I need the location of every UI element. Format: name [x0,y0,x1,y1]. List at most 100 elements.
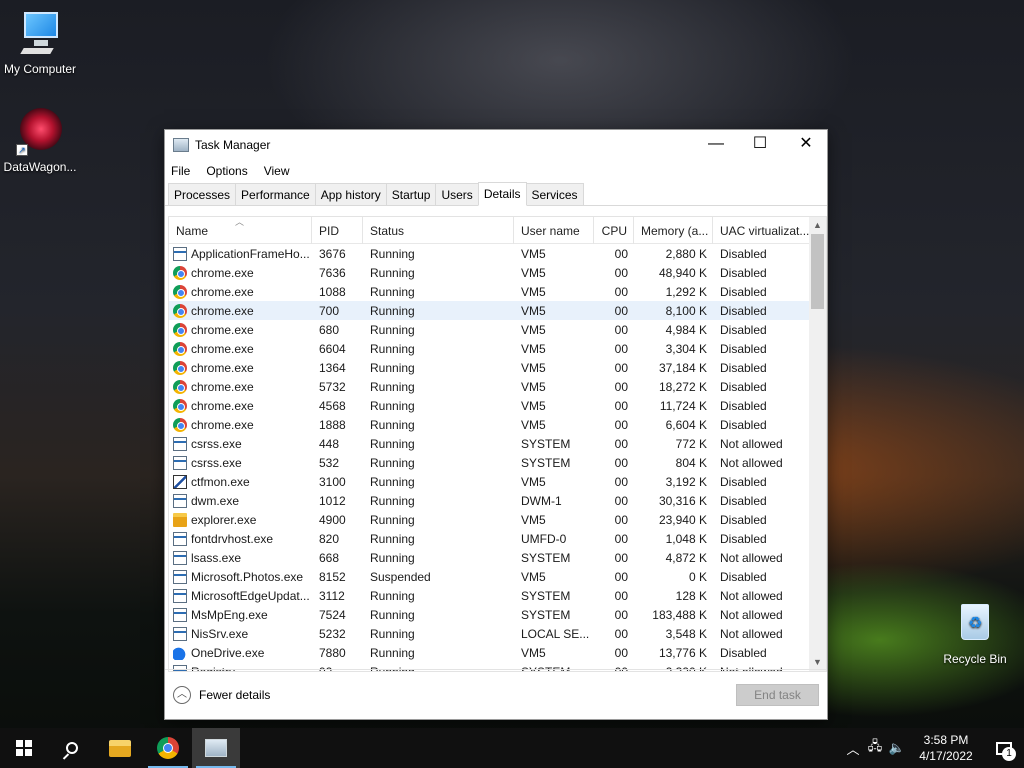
chrome-icon [173,417,187,432]
process-status: Running [370,455,415,470]
process-memory: 3,304 K [665,341,707,356]
column-header-memory[interactable]: Memory (a... [634,217,713,244]
process-user: UMFD-0 [521,531,567,546]
close-button[interactable]: ✕ [783,130,829,160]
column-header-user-name[interactable]: User name [514,217,594,244]
desktop-icon-recycle-bin[interactable]: Recycle Bin [935,600,1015,666]
table-row[interactable]: dwm.exe 1012 Running DWM-1 00 30,316 K Disable… [169,491,826,510]
process-user: VM5 [521,360,546,375]
menu-options[interactable]: Options [206,164,247,178]
maximize-button[interactable]: ☐ [737,130,783,160]
process-pid: 5732 [319,379,346,394]
tab-app-history[interactable]: App history [314,183,387,205]
column-header-pid[interactable]: PID [312,217,363,244]
column-header-status[interactable]: Status [363,217,514,244]
process-name: chrome.exe [169,360,312,375]
table-row[interactable]: chrome.exe 6604 Running VM5 00 3,304 K Disable… [169,339,826,358]
app-icon [173,531,187,546]
table-row[interactable]: chrome.exe 1888 Running VM5 00 6,604 K Disable… [169,415,826,434]
table-row[interactable]: NisSrv.exe 5232 Running LOCAL SE... 00 3,548 … [169,624,826,643]
desktop-icon-datawagon[interactable]: ↗ DataWagon... [0,108,80,174]
chevron-up-icon: ︿ [173,686,191,704]
search-button[interactable] [48,728,96,768]
table-row[interactable]: ctfmon.exe 3100 Running VM5 00 3,192 K Disable… [169,472,826,491]
table-row[interactable]: csrss.exe 448 Running SYSTEM 00 772 K Not allo… [169,434,826,453]
process-status: Running [370,550,415,565]
taskbar-chrome[interactable] [144,728,192,768]
system-tray: ︿ 🖧 🔈 3:58 PM 4/17/2022 1 [842,728,1024,768]
network-icon[interactable]: 🖧 [864,737,886,759]
process-cpu: 00 [614,379,628,394]
process-name: csrss.exe [169,436,312,451]
desktop-icon-my-computer[interactable]: My Computer [0,10,80,76]
table-row[interactable]: chrome.exe 5732 Running VM5 00 18,272 K Disabl… [169,377,826,396]
start-button[interactable] [0,728,48,768]
fewer-details-button[interactable]: ︿ Fewer details [173,686,270,704]
end-task-button[interactable]: End task [736,684,819,706]
process-name: NisSrv.exe [169,626,312,641]
process-name-label: ctfmon.exe [191,474,250,489]
tab-startup[interactable]: Startup [385,183,437,205]
process-cpu: 00 [614,303,628,318]
table-row[interactable]: chrome.exe 1088 Running VM5 00 1,292 K Disable… [169,282,826,301]
process-name-label: chrome.exe [191,284,254,299]
table-row[interactable]: explorer.exe 4900 Running VM5 00 23,940 K Disa… [169,510,826,529]
app-icon [173,569,187,584]
process-uac: Not allowed [720,436,783,451]
taskbar-task-manager[interactable] [192,728,240,768]
action-center-button[interactable]: 1 [984,728,1024,768]
table-row[interactable]: Microsoft.Photos.exe 8152 Suspended VM5 00 0 … [169,567,826,586]
process-user: SYSTEM [521,436,571,451]
tab-performance[interactable]: Performance [235,183,316,205]
process-name-label: fontdrvhost.exe [191,531,274,546]
process-status: Running [370,607,415,622]
process-user: VM5 [521,645,546,660]
tab-services[interactable]: Services [525,183,584,205]
minimize-button[interactable]: — [693,130,739,160]
menu-view[interactable]: View [264,164,290,178]
table-row[interactable]: OneDrive.exe 7880 Running VM5 00 13,776 K Disa… [169,643,826,662]
table-row[interactable]: chrome.exe 1364 Running VM5 00 37,184 K Disabl… [169,358,826,377]
process-name-label: chrome.exe [191,322,254,337]
table-row[interactable]: chrome.exe 4568 Running VM5 00 11,724 K Disabl… [169,396,826,415]
process-cpu: 00 [614,493,628,508]
process-pid: 1888 [319,417,346,432]
process-cpu: 00 [614,588,628,603]
table-row[interactable]: chrome.exe 7636 Running VM5 00 48,940 K Disabl… [169,263,826,282]
clock[interactable]: 3:58 PM 4/17/2022 [908,732,984,764]
table-row[interactable]: chrome.exe 680 Running VM5 00 4,984 K Disabled [169,320,826,339]
table-row[interactable]: lsass.exe 668 Running SYSTEM 00 4,872 K Not al… [169,548,826,567]
process-memory: 128 K [675,588,707,603]
process-cpu: 00 [614,436,628,451]
scroll-thumb[interactable] [811,234,824,309]
process-name: chrome.exe [169,398,312,413]
column-header-cpu[interactable]: CPU [594,217,634,244]
column-header-uac-virtualization[interactable]: UAC virtualizat... [713,217,813,244]
table-row[interactable]: MicrosoftEdgeUpdat... 3112 Running SYSTEM 00… [169,586,826,605]
process-uac: Disabled [720,474,767,489]
table-row[interactable]: chrome.exe 700 Running VM5 00 8,100 K Disabled [169,301,826,320]
process-user: VM5 [521,474,546,489]
vertical-scrollbar[interactable]: ▲ ▼ [809,217,826,671]
process-memory: 13,776 K [658,645,707,660]
menu-file[interactable]: File [171,164,190,178]
tab-users[interactable]: Users [435,183,479,205]
taskbar-file-explorer[interactable] [96,728,144,768]
table-row[interactable]: fontdrvhost.exe 820 Running UMFD-0 00 1,048 K… [169,529,826,548]
tab-details[interactable]: Details [477,182,527,206]
tab-processes[interactable]: Processes [168,183,237,205]
clock-time: 3:58 PM [923,733,969,747]
volume-icon[interactable]: 🔈 [886,740,908,756]
chevron-up-icon[interactable]: ︿ [842,739,864,758]
app-icon [173,493,187,508]
table-row[interactable]: csrss.exe 532 Running SYSTEM 00 804 K Not allo… [169,453,826,472]
scroll-up-icon[interactable]: ▲ [809,217,826,234]
process-name-label: ApplicationFrameHo... [191,246,310,261]
chrome-icon [173,265,187,280]
table-row[interactable]: ApplicationFrameHo... 3676 Running VM5 00 2,8… [169,244,826,263]
process-status: Running [370,474,415,489]
title-bar[interactable]: Task Manager — ☐ ✕ [165,130,827,160]
process-user: SYSTEM [521,455,571,470]
table-row[interactable]: MsMpEng.exe 7524 Running SYSTEM 00 183,488 K N… [169,605,826,624]
process-cpu: 00 [614,474,628,489]
